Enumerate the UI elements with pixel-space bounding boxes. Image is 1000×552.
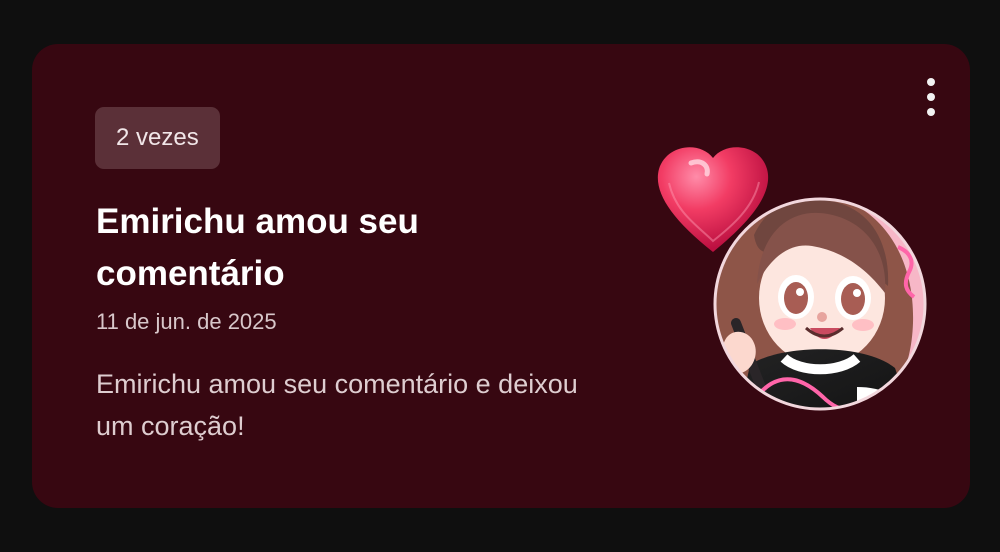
count-badge: 2 vezes [95, 107, 220, 169]
more-vert-icon-dot [927, 93, 935, 101]
heart-avatar-illustration [657, 147, 927, 411]
notification-message: Emirichu amou seu comentário e deixou um… [96, 369, 578, 441]
more-options-button[interactable] [916, 72, 946, 122]
more-vert-icon-dot [927, 78, 935, 86]
notification-title: Emirichu amou seu comentário [96, 202, 419, 293]
more-vert-icon-dot [927, 108, 935, 116]
notification-card[interactable]: 2 vezes Emirichu amou seu comentário 11 … [32, 44, 970, 508]
notification-date: 11 de jun. de 2025 [96, 309, 277, 334]
